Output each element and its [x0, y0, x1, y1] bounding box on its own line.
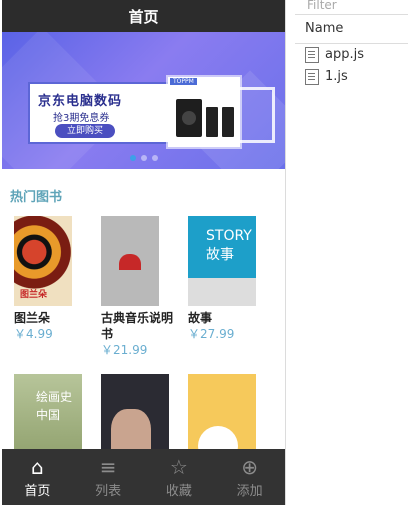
- filter-input[interactable]: Filter: [295, 0, 408, 15]
- product-image: TOPPM: [168, 77, 240, 147]
- promo-banner[interactable]: 京东电脑数码 抢3期免息券 立即购买 TOPPM: [2, 32, 285, 169]
- section-title: 热门图书: [10, 190, 63, 205]
- carousel-dot[interactable]: [140, 155, 147, 161]
- tab-label: 添加: [236, 483, 263, 499]
- tab-add[interactable]: ⊕ 添加: [214, 449, 285, 505]
- book-cover[interactable]: STORY 故事: [188, 216, 256, 306]
- file-name: app.js: [325, 47, 364, 62]
- book-cover[interactable]: [101, 216, 159, 306]
- banner-decoration: [234, 87, 275, 143]
- promo-card: 京东电脑数码 抢3期免息券 立即购买: [28, 82, 177, 144]
- plus-circle-icon: ⊕: [241, 454, 258, 479]
- carousel-indicator: [2, 155, 285, 161]
- promo-title: 京东电脑数码: [38, 94, 123, 109]
- file-name: 1.js: [325, 69, 348, 84]
- piano-icon: [119, 254, 141, 270]
- book-card[interactable]: STORY 故事 故事 ￥27.99: [188, 216, 260, 342]
- app-viewport: 首页 京东电脑数码 抢3期免息券 立即购买 TOPPM 热门图书 图兰朵 图兰朵…: [2, 0, 286, 505]
- book-card[interactable]: 古典音乐说明书 ￥21.99: [101, 216, 173, 358]
- cover-text: 图兰朵: [20, 290, 48, 300]
- book-cover[interactable]: 图兰朵: [14, 216, 72, 306]
- tab-label: 收藏: [165, 483, 192, 499]
- speaker-icon: [176, 99, 202, 137]
- cover-text: STORY 故事: [206, 228, 252, 263]
- tab-home[interactable]: ⌂ 首页: [2, 449, 73, 505]
- star-icon: ☆: [169, 454, 188, 479]
- name-column-header[interactable]: Name: [295, 15, 408, 44]
- list-icon: ≡: [99, 454, 117, 479]
- home-icon: ⌂: [31, 454, 44, 479]
- book-price: ￥21.99: [101, 343, 148, 357]
- page-title: 首页: [128, 7, 159, 26]
- cover-decoration: [188, 278, 256, 306]
- book-card[interactable]: 图兰朵 图兰朵 ￥4.99: [14, 216, 86, 342]
- tab-favorites[interactable]: ☆ 收藏: [144, 449, 215, 505]
- cover-text: 绘画史中国: [36, 390, 73, 422]
- devtools-network-panel: Filter Name app.js 1.js: [295, 0, 408, 505]
- book-title: 古典音乐说明书: [101, 311, 174, 341]
- bottom-tab-bar: ⌂ 首页 ≡ 列表 ☆ 收藏 ⊕ 添加: [2, 449, 285, 505]
- tab-label: 列表: [95, 483, 122, 499]
- book-price: ￥4.99: [14, 327, 53, 341]
- speaker-icon: [206, 107, 218, 137]
- file-icon: [305, 47, 319, 63]
- carousel-dot[interactable]: [129, 155, 136, 161]
- book-price: ￥27.99: [188, 327, 235, 341]
- book-title: 图兰朵: [14, 311, 51, 325]
- promo-subtitle: 抢3期免息券: [53, 113, 110, 124]
- carousel-dot[interactable]: [151, 155, 158, 161]
- tab-label: 首页: [24, 483, 51, 499]
- file-row[interactable]: 1.js: [295, 66, 408, 88]
- product-tag: TOPPM: [170, 78, 197, 85]
- book-title: 故事: [188, 311, 213, 325]
- top-bar: 首页: [2, 0, 285, 32]
- file-icon: [305, 69, 319, 85]
- buy-now-button[interactable]: 立即购买: [55, 124, 115, 138]
- file-row[interactable]: app.js: [295, 44, 408, 66]
- speaker-icon: [222, 107, 234, 137]
- tab-list[interactable]: ≡ 列表: [73, 449, 144, 505]
